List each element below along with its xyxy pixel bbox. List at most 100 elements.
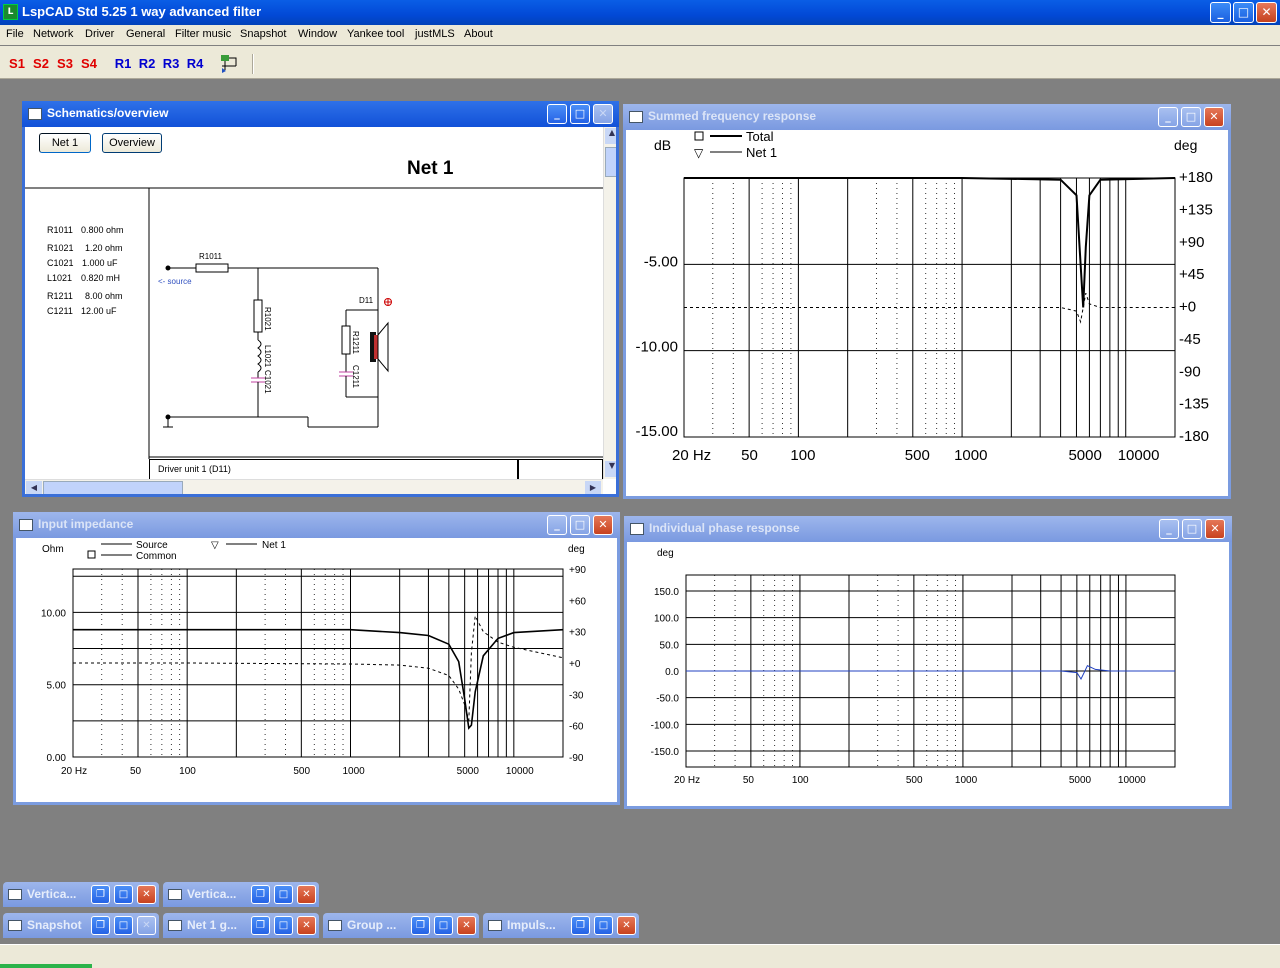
- maximize-icon[interactable]: □: [114, 916, 133, 935]
- close-icon[interactable]: ✕: [137, 916, 156, 935]
- label-r1211: R1211: [351, 331, 360, 355]
- window-icon: [28, 108, 42, 120]
- schematics-title: Schematics/overview: [47, 106, 169, 120]
- minimized-window-2[interactable]: Vertica... ❐ □ ✕: [163, 882, 319, 907]
- scroll-up-icon[interactable]: ▲: [605, 128, 616, 144]
- close-button[interactable]: ✕: [1256, 2, 1277, 23]
- minimized-window-3[interactable]: Snapshot ❐ □ ✕: [3, 913, 159, 938]
- label-d11: D11: [359, 296, 374, 305]
- window-icon: [19, 519, 33, 531]
- close-icon[interactable]: ✕: [617, 916, 636, 935]
- maximize-icon[interactable]: □: [570, 515, 590, 535]
- r1-button[interactable]: R1: [112, 54, 134, 76]
- close-icon[interactable]: ✕: [457, 916, 476, 935]
- s2-button[interactable]: S2: [30, 54, 52, 76]
- minimize-icon[interactable]: _: [1158, 107, 1178, 127]
- maximize-icon[interactable]: □: [114, 885, 133, 904]
- menu-network[interactable]: Network: [33, 28, 73, 40]
- close-icon[interactable]: ✕: [593, 515, 613, 535]
- x-tick-label: 20 Hz: [674, 775, 700, 786]
- close-icon[interactable]: ✕: [1204, 107, 1224, 127]
- menu-general[interactable]: General: [126, 28, 165, 40]
- y2-tick-label: +0: [569, 659, 581, 670]
- menu-bar: File Network Driver General Filter music…: [0, 25, 1280, 45]
- maximize-icon[interactable]: □: [1181, 107, 1201, 127]
- impedance-title: Input impedance: [38, 517, 134, 531]
- close-icon[interactable]: ✕: [593, 104, 613, 124]
- minimize-icon[interactable]: _: [547, 104, 567, 124]
- minimize-icon[interactable]: _: [547, 515, 567, 535]
- y-tick-label: 0.0: [665, 667, 679, 678]
- menu-about[interactable]: About: [464, 28, 493, 40]
- minimized-title: Net 1 g...: [187, 918, 238, 932]
- minimized-title: Group ...: [347, 918, 397, 932]
- maximize-icon[interactable]: □: [274, 916, 293, 935]
- r2-button[interactable]: R2: [136, 54, 158, 76]
- s3-button[interactable]: S3: [54, 54, 76, 76]
- summed-titlebar[interactable]: Summed frequency response _ □ ✕: [623, 104, 1231, 130]
- restore-icon[interactable]: ❐: [251, 885, 270, 904]
- schematics-client: Net 1 Overview Net 1 R1011 0.800 ohm R10…: [25, 127, 616, 494]
- network-tool-icon[interactable]: [218, 52, 240, 74]
- r3-button[interactable]: R3: [160, 54, 182, 76]
- s4-button[interactable]: S4: [78, 54, 100, 76]
- menu-driver[interactable]: Driver: [85, 28, 114, 40]
- minimize-button[interactable]: _: [1210, 2, 1231, 23]
- phase-titlebar[interactable]: Individual phase response _ □ ✕: [624, 516, 1232, 542]
- restore-icon[interactable]: ❐: [251, 916, 270, 935]
- restore-icon[interactable]: ❐: [91, 916, 110, 935]
- menu-file[interactable]: File: [6, 28, 24, 40]
- comp-r1011-value: 0.800 ohm: [81, 225, 124, 235]
- app-titlebar: L LspCAD Std 5.25 1 way advanced filter …: [0, 0, 1280, 25]
- minimized-window-1[interactable]: Vertica... ❐ □ ✕: [3, 882, 159, 907]
- app-icon[interactable]: L: [3, 4, 18, 20]
- label-l1021: L1021: [263, 345, 272, 368]
- maximize-icon[interactable]: □: [434, 916, 453, 935]
- comp-c1211: C1211: [47, 306, 73, 316]
- y-tick-label: 5.00: [47, 681, 67, 692]
- restore-icon[interactable]: ❐: [411, 916, 430, 935]
- menu-filter-music[interactable]: Filter music: [175, 28, 231, 40]
- driver-tab[interactable]: Driver unit 1 (D11): [149, 459, 518, 479]
- x-tick-label: 50: [130, 766, 142, 777]
- schematics-titlebar[interactable]: Schematics/overview _ □ ✕: [22, 101, 619, 127]
- horizontal-scrollbar[interactable]: ◀ ▶: [25, 479, 603, 494]
- scroll-thumb[interactable]: [605, 147, 616, 177]
- restore-icon[interactable]: ❐: [91, 885, 110, 904]
- maximize-icon[interactable]: □: [594, 916, 613, 935]
- s1-button[interactable]: S1: [6, 54, 28, 76]
- maximize-icon[interactable]: □: [274, 885, 293, 904]
- minimized-window-5[interactable]: Group ... ❐ □ ✕: [323, 913, 479, 938]
- minimize-icon[interactable]: _: [1159, 519, 1179, 539]
- y2-tick-label: +0: [1179, 299, 1196, 316]
- window-icon: [168, 920, 182, 931]
- x-tick-label: 50: [741, 447, 758, 464]
- scroll-right-icon[interactable]: ▶: [585, 481, 601, 494]
- close-icon[interactable]: ✕: [297, 885, 316, 904]
- scroll-down-icon[interactable]: ▼: [605, 461, 616, 477]
- menu-yankee-tool[interactable]: Yankee tool: [347, 28, 404, 40]
- close-icon[interactable]: ✕: [297, 916, 316, 935]
- maximize-icon[interactable]: □: [570, 104, 590, 124]
- menu-window[interactable]: Window: [298, 28, 337, 40]
- minimized-window-4[interactable]: Net 1 g... ❐ □ ✕: [163, 913, 319, 938]
- minimized-window-6[interactable]: Impuls... ❐ □ ✕: [483, 913, 639, 938]
- series-line-2: [684, 292, 1175, 324]
- vertical-scrollbar[interactable]: ▲ ▼: [603, 127, 616, 479]
- maximize-icon[interactable]: □: [1182, 519, 1202, 539]
- maximize-button[interactable]: □: [1233, 2, 1254, 23]
- restore-icon[interactable]: ❐: [571, 916, 590, 935]
- label-c1211: C1211: [351, 365, 360, 389]
- hscroll-thumb[interactable]: [43, 481, 183, 494]
- scroll-left-icon[interactable]: ◀: [26, 481, 42, 494]
- toolbar-separator: [252, 54, 254, 74]
- menu-justmls[interactable]: justMLS: [415, 28, 455, 40]
- menu-snapshot[interactable]: Snapshot: [240, 28, 286, 40]
- close-icon[interactable]: ✕: [1205, 519, 1225, 539]
- close-icon[interactable]: ✕: [137, 885, 156, 904]
- x-tick-label: 5000: [1069, 775, 1092, 786]
- comp-c1021: C1021: [47, 258, 74, 268]
- impedance-titlebar[interactable]: Input impedance _ □ ✕: [13, 512, 620, 538]
- legend-net1-triangle: ▽: [211, 540, 219, 551]
- r4-button[interactable]: R4: [184, 54, 206, 76]
